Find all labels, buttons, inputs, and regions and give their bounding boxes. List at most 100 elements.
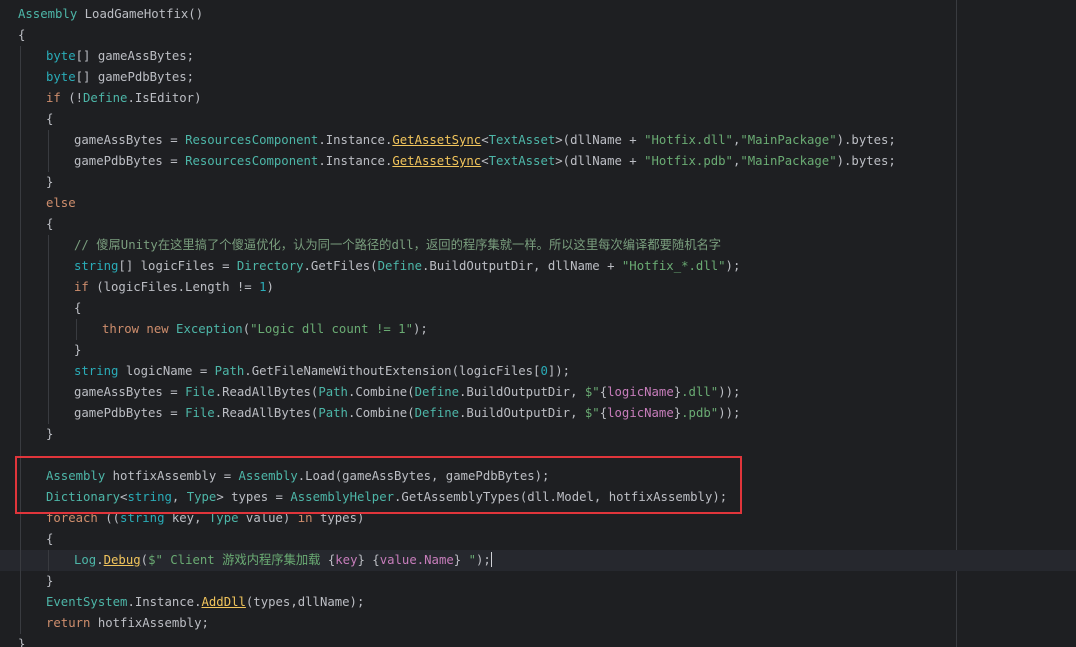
- indent-guide: [20, 613, 21, 634]
- code-token: .Combine(: [347, 385, 415, 399]
- code-token: GetAssetSync: [392, 154, 482, 168]
- code-token: LoadGameHotfix(): [77, 7, 204, 21]
- code-line[interactable]: byte[] gamePdbBytes;: [0, 67, 1076, 88]
- code-token: > types =: [216, 490, 291, 504]
- code-line[interactable]: string logicName = Path.GetFileNameWitho…: [0, 361, 1076, 382]
- code-text: foreach ((string key, Type value) in typ…: [46, 508, 364, 529]
- code-token: ((: [97, 511, 121, 525]
- indent-guide: [20, 445, 21, 466]
- code-token: {: [599, 385, 608, 399]
- code-line[interactable]: else: [0, 193, 1076, 214]
- code-token: .Instance.: [127, 595, 202, 609]
- code-line[interactable]: throw new Exception("Logic dll count != …: [0, 319, 1076, 340]
- indent-guide: [48, 256, 49, 277]
- code-line[interactable]: byte[] gameAssBytes;: [0, 46, 1076, 67]
- code-line[interactable]: gameAssBytes = ResourcesComponent.Instan…: [0, 130, 1076, 151]
- code-token: 0: [540, 364, 548, 378]
- code-line[interactable]: Assembly LoadGameHotfix(): [0, 4, 1076, 25]
- code-token: // 傻屌Unity在这里搞了个傻逼优化，认为同一个路径的dll，返回的程序集就…: [74, 238, 722, 252]
- indent-guide: [20, 361, 21, 382]
- code-token: logicName: [607, 406, 674, 420]
- code-line[interactable]: }: [0, 340, 1076, 361]
- code-token: .Load(gameAssBytes, gamePdbBytes);: [297, 469, 550, 483]
- code-line[interactable]: }: [0, 172, 1076, 193]
- code-line[interactable]: }: [0, 571, 1076, 592]
- code-line[interactable]: foreach ((string key, Type value) in typ…: [0, 508, 1076, 529]
- code-editor[interactable]: Assembly LoadGameHotfix(){byte[] gameAss…: [0, 0, 1076, 647]
- code-line[interactable]: return hotfixAssembly;: [0, 613, 1076, 634]
- code-line[interactable]: EventSystem.Instance.AddDll(types,dllNam…: [0, 592, 1076, 613]
- code-token: .: [96, 553, 104, 567]
- code-text: Log.Debug($" Client 游戏内程序集加载 {key} {valu…: [74, 550, 492, 571]
- code-line[interactable]: }: [0, 634, 1076, 647]
- code-line[interactable]: {: [0, 298, 1076, 319]
- code-token: Assembly: [238, 469, 298, 483]
- indent-guide: [20, 466, 21, 487]
- code-token: Define: [83, 91, 128, 105]
- code-line[interactable]: gamePdbBytes = File.ReadAllBytes(Path.Co…: [0, 403, 1076, 424]
- code-token: Debug: [103, 553, 141, 567]
- code-token: return: [46, 616, 91, 630]
- indent-guide: [20, 67, 21, 88]
- code-token: Define: [414, 385, 460, 399]
- code-line[interactable]: {: [0, 25, 1076, 46]
- code-token: ,: [171, 490, 187, 504]
- code-token: gameAssBytes =: [74, 385, 186, 399]
- code-token: Exception: [176, 322, 243, 336]
- code-token: AssemblyHelper: [290, 490, 395, 504]
- code-token: string: [74, 259, 119, 273]
- code-token: Assembly: [46, 469, 106, 483]
- code-token: (!: [60, 91, 84, 105]
- code-text: gameAssBytes = ResourcesComponent.Instan…: [74, 130, 896, 151]
- code-token: ): [266, 280, 274, 294]
- code-text: throw new Exception("Logic dll count != …: [102, 319, 428, 340]
- code-line[interactable]: [0, 445, 1076, 466]
- code-line[interactable]: Dictionary<string, Type> types = Assembl…: [0, 487, 1076, 508]
- code-line[interactable]: Log.Debug($" Client 游戏内程序集加载 {key} {valu…: [0, 550, 1076, 571]
- code-token: "Hotfix_*.dll": [621, 259, 726, 273]
- code-token: ));: [718, 385, 741, 399]
- code-token: $": [584, 406, 600, 420]
- code-text: EventSystem.Instance.AddDll(types,dllNam…: [46, 592, 364, 613]
- code-line[interactable]: if (!Define.IsEditor): [0, 88, 1076, 109]
- code-token: (logicFiles.Length !=: [88, 280, 260, 294]
- code-line[interactable]: {: [0, 109, 1076, 130]
- code-token: );: [725, 259, 741, 273]
- code-text: Assembly LoadGameHotfix(): [18, 4, 203, 25]
- code-line[interactable]: string[] logicFiles = Directory.GetFiles…: [0, 256, 1076, 277]
- indent-guide: [48, 319, 49, 340]
- code-text: {: [18, 25, 25, 46]
- code-line[interactable]: gameAssBytes = File.ReadAllBytes(Path.Co…: [0, 382, 1076, 403]
- code-line[interactable]: if (logicFiles.Length != 1): [0, 277, 1076, 298]
- indent-guide: [20, 550, 21, 571]
- code-token: {: [599, 406, 608, 420]
- code-line[interactable]: }: [0, 424, 1076, 445]
- code-token: );: [475, 553, 491, 567]
- code-token: throw new: [102, 322, 177, 336]
- indent-guide: [48, 235, 49, 256]
- indent-guide: [20, 340, 21, 361]
- code-token: Define: [377, 259, 422, 273]
- code-line[interactable]: Assembly hotfixAssembly = Assembly.Load(…: [0, 466, 1076, 487]
- indent-guide: [20, 571, 21, 592]
- code-line[interactable]: gamePdbBytes = ResourcesComponent.Instan…: [0, 151, 1076, 172]
- code-token: Log: [74, 553, 97, 567]
- code-token: File: [185, 406, 215, 420]
- code-token: $": [584, 385, 600, 399]
- indent-guide: [20, 382, 21, 403]
- code-lines[interactable]: Assembly LoadGameHotfix(){byte[] gameAss…: [0, 4, 1076, 647]
- code-line[interactable]: {: [0, 214, 1076, 235]
- code-token: "Logic dll count != 1": [250, 322, 413, 336]
- code-token: <: [481, 133, 489, 147]
- code-token: if: [74, 280, 89, 294]
- code-line[interactable]: {: [0, 529, 1076, 550]
- indent-guide: [20, 592, 21, 613]
- code-token: .dll": [681, 385, 719, 399]
- code-text: string logicName = Path.GetFileNameWitho…: [74, 361, 570, 382]
- code-line[interactable]: // 傻屌Unity在这里搞了个傻逼优化，认为同一个路径的dll，返回的程序集就…: [0, 235, 1076, 256]
- code-text: if (logicFiles.Length != 1): [74, 277, 274, 298]
- code-token: hotfixAssembly;: [90, 616, 209, 630]
- text-caret: [490, 552, 492, 567]
- code-token: "MainPackage": [740, 133, 837, 147]
- code-text: gameAssBytes = File.ReadAllBytes(Path.Co…: [74, 382, 740, 403]
